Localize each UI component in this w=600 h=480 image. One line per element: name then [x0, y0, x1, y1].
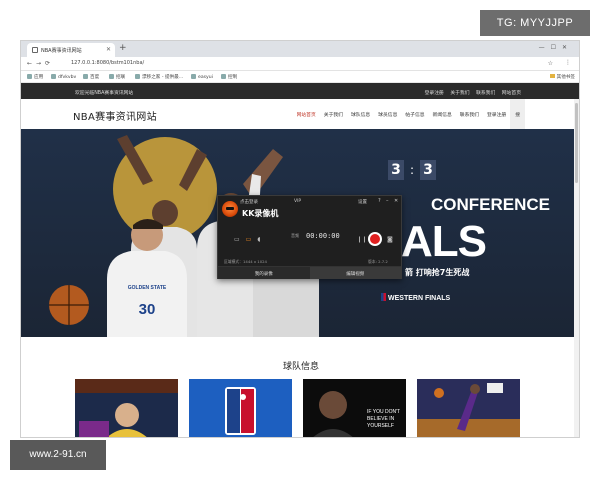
site-topbar: 欢迎光临NBA赛事资讯网站 登录注册 关于我们 联系我们 网站首页 [21, 83, 579, 99]
nav-players[interactable]: 球员信息 [374, 99, 401, 129]
svg-text:IF YOU DON'T: IF YOU DON'T [367, 409, 400, 415]
top-links: 登录注册 关于我们 联系我们 网站首页 [420, 89, 521, 96]
minimize-icon[interactable]: – [386, 198, 389, 204]
svg-text:GOLDEN STATE: GOLDEN STATE [128, 285, 167, 291]
page-scrollbar[interactable] [574, 99, 579, 437]
banner-conference: CONFERENCE [431, 195, 551, 214]
bookmark-item[interactable]: 招联 [109, 74, 125, 80]
kk-recorder-window: 点击登录 VIP 设置 ? – ✕ KK录像机 ▭▭◖ 音频 00:00:00 … [217, 195, 402, 279]
welcome-text: 欢迎光临NBA赛事资讯网站 [75, 91, 134, 96]
top-link-about[interactable]: 关于我们 [450, 91, 469, 96]
kk-timer: 00:00:00 [306, 232, 340, 240]
nav-about[interactable]: 关于我们 [320, 99, 347, 129]
kk-logo-icon [222, 201, 238, 217]
bookmark-star-icon[interactable]: ☆ [548, 60, 553, 67]
nav-search[interactable]: 搜 [510, 99, 525, 129]
top-link-contact[interactable]: 联系我们 [476, 91, 495, 96]
bookmark-item[interactable]: dfvkvbv [51, 74, 76, 80]
banner-finals: ALS [401, 217, 487, 266]
banner-western-finals: WESTERN FINALS [381, 293, 450, 302]
region-mode-icon[interactable]: ▭ [246, 236, 258, 243]
site-header: NBA赛事资讯网站 网站首页 关于我们 球队信息 球员信息 帖子信息 新闻信息 … [21, 99, 579, 129]
nav-posts[interactable]: 帖子信息 [401, 99, 428, 129]
nba-logo-icon [381, 293, 386, 301]
kk-vip-link[interactable]: VIP [294, 199, 301, 204]
address-bar: ←→⟳ 127.0.0.1:8080/bstm101nba/ ☆ ⋮ [21, 57, 579, 71]
top-link-home[interactable]: 网站首页 [502, 91, 521, 96]
screenshot-camera-icon[interactable]: ◙ [387, 236, 393, 243]
team-thumb[interactable] [417, 379, 520, 438]
nav-contact[interactable]: 联系我们 [456, 99, 483, 129]
team-thumb[interactable]: IF YOU DON'T BELIEVE IN YOURSELF [303, 379, 406, 438]
series-score: 3 : 3 [388, 160, 437, 180]
menu-icon[interactable]: ⋮ [565, 59, 571, 66]
nav-teams[interactable]: 球队信息 [347, 99, 374, 129]
nav-home[interactable]: 网站首页 [293, 99, 320, 129]
svg-text:YOURSELF: YOURSELF [367, 423, 394, 429]
kk-settings-link[interactable]: 设置 [358, 199, 367, 205]
audio-mode-icon[interactable]: ◖ [257, 236, 266, 243]
banner-slogan: 箭 打响抢7生死战 [405, 268, 470, 277]
browser-tab[interactable]: NBA赛事资讯网站 ✕ [27, 43, 115, 57]
team-thumb[interactable] [75, 379, 178, 438]
score-left: 3 [388, 160, 404, 180]
close-icon[interactable]: ✕ [394, 198, 398, 204]
top-link-login[interactable]: 登录注册 [425, 91, 444, 96]
svg-text:30: 30 [139, 301, 156, 318]
kk-app-title: KK录像机 [242, 209, 279, 218]
nav-news[interactable]: 新闻信息 [429, 99, 456, 129]
bookmark-other-folder[interactable]: 其他书签 [549, 74, 575, 80]
edit-video-button[interactable]: 编辑视频 [309, 266, 401, 279]
bookmark-item[interactable]: easyui [191, 74, 213, 80]
scrollbar-thumb[interactable] [575, 103, 578, 183]
team-thumb[interactable] [189, 379, 292, 438]
kk-version: 版本: 2.7.2 [368, 259, 388, 264]
bookmark-apps[interactable]: 应用 [27, 74, 43, 80]
svg-text:BELIEVE IN: BELIEVE IN [367, 416, 395, 422]
section-title: 球队信息 [282, 362, 319, 372]
bookmarks-bar: 应用 dfvkvbv 百度 招联 漂移之家 - 提供最... easyui 控制… [21, 71, 579, 83]
main-nav: 网站首页 关于我们 球队信息 球员信息 帖子信息 新闻信息 联系我们 登录注册 … [293, 99, 525, 129]
score-right: 3 [420, 160, 437, 180]
watermark-bottom: www.2-91.cn [10, 440, 106, 470]
bookmark-item[interactable]: 控制 [221, 74, 237, 80]
kk-audio-label: 音频 [291, 233, 299, 238]
close-tab-icon[interactable]: ✕ [106, 46, 111, 53]
help-icon[interactable]: ? [378, 198, 381, 204]
kk-login-link[interactable]: 点击登录 [240, 199, 258, 205]
site-logo[interactable]: NBA赛事资讯网站 [73, 108, 157, 123]
new-tab-button[interactable]: + [119, 43, 127, 53]
kk-mode-icons: ▭▭◖ [234, 236, 267, 243]
tab-strip: NBA赛事资讯网站 ✕ + —☐✕ [21, 41, 579, 57]
nav-login[interactable]: 登录注册 [483, 99, 510, 129]
team-thumbnails: IF YOU DON'T BELIEVE IN YOURSELF [75, 379, 535, 438]
tab-title: NBA赛事资讯网站 [41, 48, 82, 54]
fullscreen-mode-icon[interactable]: ▭ [234, 236, 246, 243]
kk-button-row: 我的录像 编辑视频 [218, 266, 401, 279]
kk-mode-text: 区域模式：1444 x 1024 [224, 259, 267, 264]
record-button[interactable] [368, 232, 382, 246]
pause-icon[interactable]: ❙❙ [357, 236, 367, 243]
window-controls[interactable]: —☐✕ [539, 44, 573, 51]
page-icon [32, 47, 38, 53]
url-field[interactable]: 127.0.0.1:8080/bstm101nba/ [71, 60, 144, 66]
bookmark-item[interactable]: 百度 [83, 74, 99, 80]
my-recordings-button[interactable]: 我的录像 [218, 266, 310, 279]
nav-buttons[interactable]: ←→⟳ [27, 60, 54, 67]
watermark-top: TG: MYYJJPP [480, 10, 590, 36]
bookmark-item[interactable]: 漂移之家 - 提供最... [135, 74, 183, 80]
